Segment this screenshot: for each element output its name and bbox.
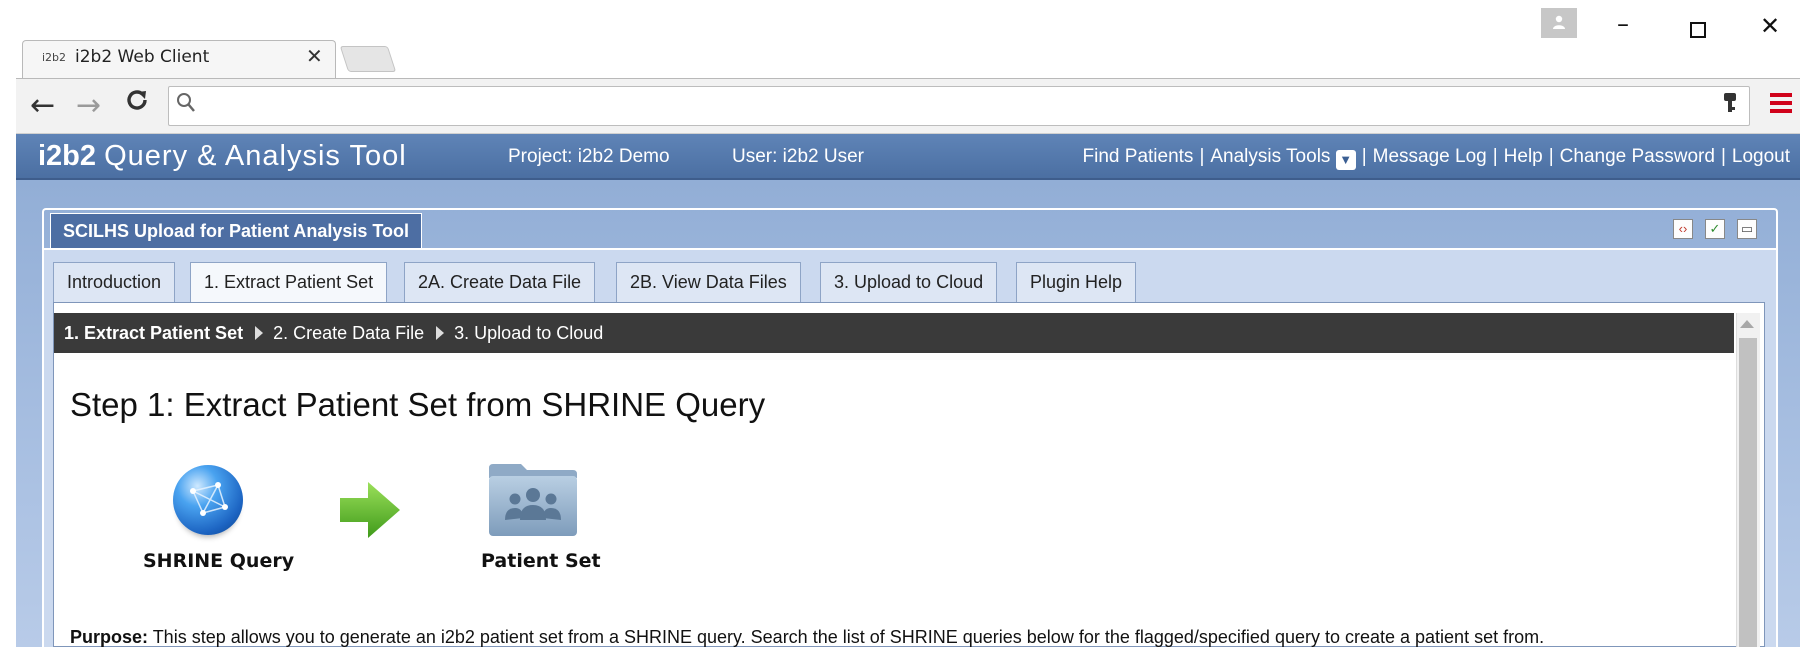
top-nav: Find Patients | Analysis Tools ▼ | Message L… bbox=[1083, 146, 1790, 170]
checklist-icon[interactable]: ✓ bbox=[1705, 219, 1725, 239]
patient-set-folder-icon bbox=[487, 460, 579, 538]
forward-icon[interactable]: → bbox=[76, 88, 101, 123]
tab-upload-to-cloud[interactable]: 3. Upload to Cloud bbox=[820, 262, 998, 302]
panel-icons: ‹› ✓ ▭ bbox=[1673, 219, 1769, 239]
scroll-up-icon[interactable] bbox=[1740, 320, 1754, 328]
find-patients-link[interactable]: Find Patients bbox=[1083, 146, 1194, 167]
tab-favicon: i2b2 bbox=[42, 51, 67, 64]
help-link[interactable]: Help bbox=[1504, 146, 1543, 167]
window-close-icon[interactable]: ✕ bbox=[1760, 12, 1780, 40]
arrow-right-icon bbox=[338, 478, 404, 549]
logout-link[interactable]: Logout bbox=[1732, 146, 1790, 167]
shrine-globe-icon bbox=[173, 465, 243, 535]
resize-icon[interactable]: ▭ bbox=[1737, 219, 1757, 239]
project-label: Project: i2b2 Demo bbox=[508, 146, 670, 167]
address-bar[interactable] bbox=[168, 86, 1750, 126]
tab-title[interactable]: i2b2 Web Client bbox=[75, 47, 209, 67]
user-label: User: i2b2 User bbox=[732, 146, 864, 167]
tab-create-data-file[interactable]: 2A. Create Data File bbox=[404, 262, 596, 302]
step-create: 2. Create Data File bbox=[273, 323, 425, 343]
scrollbar-thumb[interactable] bbox=[1739, 338, 1757, 647]
separator: | bbox=[1199, 146, 1205, 167]
minimize-icon[interactable]: – bbox=[1617, 10, 1629, 38]
search-icon bbox=[176, 92, 196, 120]
purpose-description: This step allows you to generate an i2b2… bbox=[148, 627, 1545, 647]
change-password-link[interactable]: Change Password bbox=[1560, 146, 1715, 167]
tab-content bbox=[53, 302, 1765, 647]
new-tab-button[interactable] bbox=[339, 46, 397, 72]
shrine-query-label: SHRINE Query bbox=[143, 550, 295, 572]
step-upload: 3. Upload to Cloud bbox=[454, 323, 604, 343]
step-heading: Step 1: Extract Patient Set from SHRINE … bbox=[70, 386, 766, 423]
logo-bold: i2b2 bbox=[38, 140, 97, 172]
reload-icon[interactable] bbox=[124, 86, 150, 121]
code-view-icon[interactable]: ‹› bbox=[1673, 219, 1693, 239]
separator: | bbox=[1492, 146, 1498, 167]
tab-plugin-help[interactable]: Plugin Help bbox=[1016, 262, 1137, 302]
purpose-label: Purpose: bbox=[70, 627, 149, 647]
logo-text: Query & Analysis Tool bbox=[104, 140, 407, 172]
app-header: i2b2 Query & Analysis Tool Project: i2b2… bbox=[16, 134, 1800, 180]
tab-extract-patient-set[interactable]: 1. Extract Patient Set bbox=[190, 262, 388, 303]
analysis-tools-link[interactable]: Analysis Tools bbox=[1210, 146, 1330, 167]
panel-title: SCILHS Upload for Patient Analysis Tool bbox=[50, 213, 423, 249]
separator: | bbox=[1548, 146, 1554, 167]
step-extract: 1. Extract Patient Set bbox=[64, 323, 244, 343]
back-icon[interactable]: ← bbox=[30, 88, 55, 123]
chevron-right-icon bbox=[436, 326, 445, 340]
app-logo: i2b2 Query & Analysis Tool bbox=[38, 140, 407, 173]
profile-icon[interactable] bbox=[1541, 8, 1577, 38]
tab-introduction[interactable]: Introduction bbox=[53, 262, 176, 302]
tab-close-icon[interactable]: ✕ bbox=[306, 44, 323, 68]
tab-view-data-files[interactable]: 2B. View Data Files bbox=[616, 262, 801, 302]
key-icon[interactable] bbox=[1722, 92, 1738, 121]
chevron-right-icon bbox=[255, 326, 264, 340]
message-log-link[interactable]: Message Log bbox=[1373, 146, 1487, 167]
maximize-icon[interactable] bbox=[1690, 22, 1706, 38]
menu-icon[interactable] bbox=[1770, 93, 1792, 117]
dropdown-icon[interactable]: ▼ bbox=[1335, 150, 1356, 170]
separator: | bbox=[1720, 146, 1726, 167]
separator: | bbox=[1361, 146, 1367, 167]
patient-set-label: Patient Set bbox=[481, 550, 601, 572]
purpose-text: Purpose: This step allows you to generat… bbox=[70, 627, 1544, 648]
steps-breadcrumb: 1. Extract Patient Set 2. Create Data Fil… bbox=[54, 313, 1734, 353]
